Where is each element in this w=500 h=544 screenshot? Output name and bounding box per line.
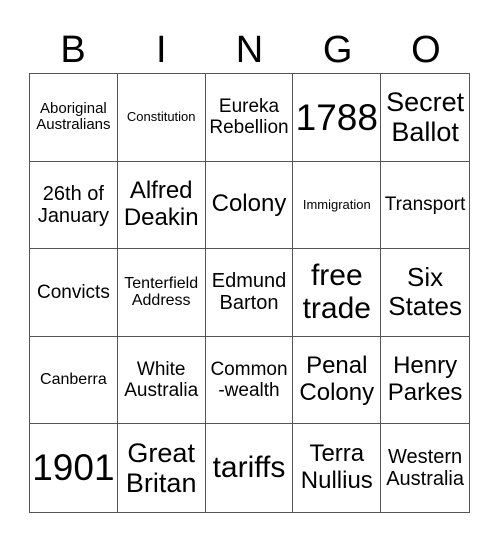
bingo-cell[interactable]: Western Australia bbox=[381, 424, 469, 512]
bingo-cell[interactable]: Colony bbox=[205, 161, 294, 250]
bingo-cell[interactable]: Great Britan bbox=[118, 424, 206, 512]
bingo-cell[interactable]: Alfred Deakin bbox=[117, 161, 206, 250]
header-letter-g: G bbox=[322, 29, 353, 71]
bingo-cell[interactable]: Convicts bbox=[30, 249, 118, 337]
bingo-header: B I N G O bbox=[29, 28, 470, 73]
header-letter-i: I bbox=[156, 29, 167, 71]
bingo-cell[interactable]: White Australia bbox=[117, 336, 206, 425]
header-letter-n: N bbox=[235, 29, 264, 71]
bingo-cell[interactable]: Immigration bbox=[293, 161, 382, 250]
bingo-cell[interactable]: Henry Parkes bbox=[381, 337, 469, 425]
bingo-cell[interactable]: free trade bbox=[293, 249, 382, 337]
bingo-grid: Aboriginal Australians Constitution Eure… bbox=[29, 73, 470, 513]
bingo-cell[interactable]: Transport bbox=[381, 162, 469, 250]
bingo-cell[interactable]: 1788 bbox=[293, 74, 382, 162]
bingo-cell[interactable]: Eureka Rebellion bbox=[205, 74, 294, 162]
bingo-cell[interactable]: Canberra bbox=[30, 336, 118, 425]
bingo-cell[interactable]: Terra Nullius bbox=[293, 424, 382, 512]
bingo-cell[interactable]: 1901 bbox=[30, 424, 118, 512]
bingo-cell[interactable]: Penal Colony bbox=[293, 336, 382, 425]
header-letter-b: B bbox=[60, 29, 86, 71]
bingo-cell[interactable]: 26th of January bbox=[30, 161, 118, 250]
bingo-cell[interactable]: Constitution bbox=[117, 74, 206, 162]
bingo-cell[interactable]: Edmund Barton bbox=[205, 249, 294, 337]
bingo-cell[interactable]: Secret Ballot bbox=[381, 74, 469, 162]
bingo-cell[interactable]: Common -wealth bbox=[205, 336, 294, 425]
bingo-cell[interactable]: tariffs bbox=[206, 424, 294, 512]
bingo-cell[interactable]: Six States bbox=[381, 249, 469, 337]
bingo-cell[interactable]: Tenterfield Address bbox=[117, 249, 206, 337]
header-letter-o: O bbox=[411, 29, 441, 71]
bingo-cell[interactable]: Aboriginal Australians bbox=[30, 74, 118, 162]
